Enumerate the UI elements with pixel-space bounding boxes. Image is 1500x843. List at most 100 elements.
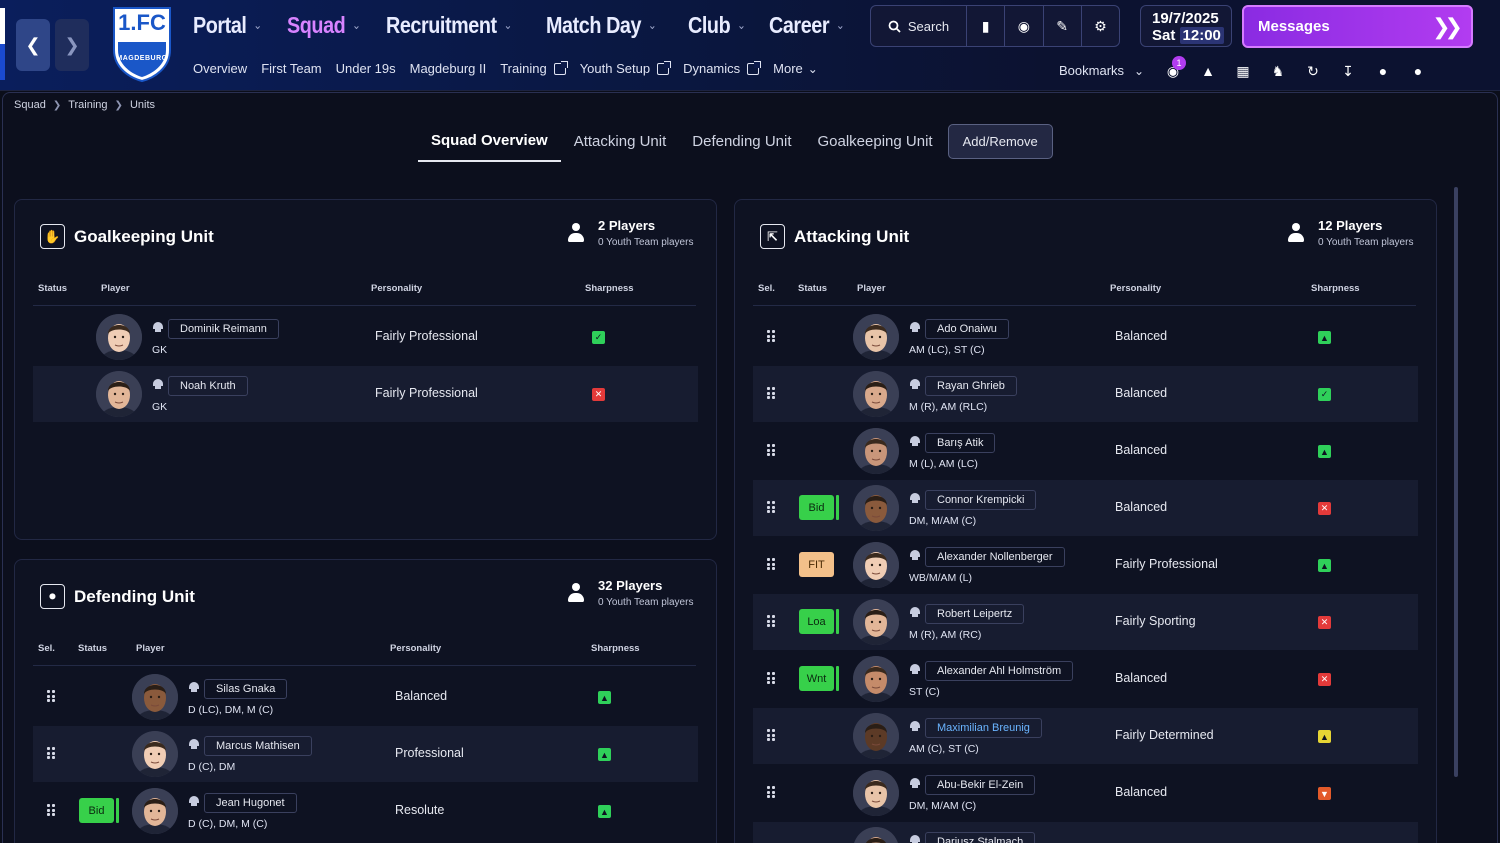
player-name[interactable]: Dariusz Stalmach (925, 832, 1036, 843)
staff-icon[interactable]: ♞ (1265, 60, 1291, 82)
player-name[interactable]: Alexander Nollenberger (925, 547, 1065, 567)
table-row[interactable]: Dariusz Stalmach (753, 822, 1418, 843)
search-button[interactable]: Search (871, 6, 967, 46)
player-name[interactable]: Dominik Reimann (168, 319, 279, 339)
avatar[interactable] (96, 314, 142, 360)
avatar[interactable] (853, 713, 899, 759)
player-name[interactable]: Robert Leipertz (925, 604, 1025, 624)
drag-handle-icon[interactable] (767, 672, 775, 684)
col-status[interactable]: Status (38, 283, 67, 294)
back-button[interactable]: ❮ (16, 19, 50, 71)
tab-add-remove[interactable]: Add/Remove (947, 123, 1053, 159)
avatar[interactable] (132, 788, 178, 834)
col-sharpness[interactable]: Sharpness (591, 643, 640, 654)
col-sharpness[interactable]: Sharpness (585, 283, 634, 294)
table-row[interactable]: Loa Robert Leipertz M (R), AM (RC) Fairly S… (753, 594, 1418, 650)
subnav-magdeburg-ii[interactable]: Magdeburg II (410, 61, 487, 76)
table-row[interactable]: Bid Connor Krempicki DM, M/AM (C) Balanced ✕ (753, 480, 1418, 536)
messages-button[interactable]: Messages ❯❯ (1242, 5, 1473, 48)
col-personality[interactable]: Personality (390, 643, 441, 654)
player-name[interactable]: Alexander Ahl Holmström (925, 661, 1074, 681)
player-name[interactable]: Marcus Mathisen (204, 736, 312, 756)
status-badge[interactable]: Wnt (799, 666, 839, 691)
col-sel[interactable]: Sel. (758, 283, 775, 294)
chat-icon[interactable]: ◉ 1 (1160, 56, 1186, 82)
drag-handle-icon[interactable] (767, 786, 775, 798)
col-player[interactable]: Player (857, 283, 886, 294)
scout-icon[interactable]: ● (1370, 60, 1396, 82)
status-badge[interactable]: Bid (79, 798, 119, 823)
player-name[interactable]: Ado Onaiwu (925, 319, 1009, 339)
nav-match-day[interactable]: Match Day ⌄ (546, 12, 657, 39)
drag-handle-icon[interactable] (767, 558, 775, 570)
table-row[interactable]: Marcus Mathisen D (C), DM Professional ▲ (33, 726, 698, 782)
scrollbar[interactable] (1454, 187, 1458, 777)
world-button[interactable]: ◉ (1005, 6, 1044, 46)
avatar[interactable] (853, 827, 899, 843)
avatar[interactable] (853, 599, 899, 645)
drag-handle-icon[interactable] (47, 747, 55, 759)
drag-handle-icon[interactable] (47, 804, 55, 816)
avatar[interactable] (96, 371, 142, 417)
nav-portal[interactable]: Portal ⌄ (193, 12, 262, 39)
drag-handle-icon[interactable] (767, 501, 775, 513)
table-row[interactable]: Abu-Bekir El-Zein DM, M/AM (C) Balanced ▼ (753, 765, 1418, 821)
settings-button[interactable]: ⚙ (1082, 6, 1119, 46)
breadcrumb-item[interactable]: Squad (14, 99, 46, 111)
club-crest[interactable]: 1.FC MAGDEBURG (110, 6, 174, 83)
drag-handle-icon[interactable] (767, 330, 775, 342)
player-name[interactable]: Jean Hugonet (204, 793, 297, 813)
status-badge[interactable]: Loa (799, 609, 839, 634)
drag-handle-icon[interactable] (767, 444, 775, 456)
player-name[interactable]: Noah Kruth (168, 376, 248, 396)
download-icon[interactable]: ↧ (1335, 60, 1361, 82)
col-status[interactable]: Status (78, 643, 107, 654)
col-personality[interactable]: Personality (1110, 283, 1161, 294)
kit-icon[interactable]: ▲ (1195, 60, 1221, 82)
player-name[interactable]: Maximilian Breunig (925, 718, 1042, 738)
table-row[interactable]: Wnt Alexander Ahl Holmström ST (C) Balanced… (753, 651, 1418, 707)
subnav-youth-setup[interactable]: Youth Setup (580, 60, 672, 76)
avatar[interactable] (853, 314, 899, 360)
player-name[interactable]: Abu-Bekir El-Zein (925, 775, 1036, 795)
avatar[interactable] (853, 656, 899, 702)
drag-handle-icon[interactable] (47, 690, 55, 702)
drag-handle-icon[interactable] (767, 729, 775, 741)
col-player[interactable]: Player (136, 643, 165, 654)
tactics-board-icon[interactable]: ▦ (1230, 60, 1256, 82)
avatar[interactable] (853, 542, 899, 588)
edit-button[interactable]: ✎ (1044, 6, 1082, 46)
breadcrumb-item[interactable]: Training (68, 99, 107, 111)
avatar[interactable] (853, 371, 899, 417)
avatar[interactable] (132, 731, 178, 777)
table-row[interactable]: Noah Kruth GK Fairly Professional ✕ (33, 366, 698, 422)
col-sharpness[interactable]: Sharpness (1311, 283, 1360, 294)
nav-career[interactable]: Career ⌄ (769, 12, 845, 39)
subnav-training[interactable]: Training (500, 60, 568, 76)
table-row[interactable]: Silas Gnaka D (LC), DM, M (C) Balanced ▲ (33, 669, 698, 725)
player-name[interactable]: Silas Gnaka (204, 679, 288, 699)
player-name[interactable]: Connor Krempicki (925, 490, 1037, 510)
nav-club[interactable]: Club ⌄ (688, 12, 746, 39)
subnav-dynamics[interactable]: Dynamics (683, 60, 762, 76)
table-row[interactable]: Ado Onaiwu AM (LC), ST (C) Balanced ▲ (753, 309, 1418, 365)
table-row[interactable]: FIT Alexander Nollenberger WB/M/AM (L) Fair… (753, 537, 1418, 593)
col-sel[interactable]: Sel. (38, 643, 55, 654)
player-name[interactable]: Rayan Ghrieb (925, 376, 1017, 396)
table-row[interactable]: Bid Jean Hugonet D (C), DM, M (C) Resolute ▲ (33, 783, 698, 839)
table-row[interactable]: Rayan Ghrieb M (R), AM (RLC) Balanced ✓ (753, 366, 1418, 422)
date-time-button[interactable]: 19/7/2025 Sat 12:00 (1140, 5, 1232, 47)
avatar[interactable] (853, 428, 899, 474)
subnav-overview[interactable]: Overview (193, 61, 247, 76)
col-status[interactable]: Status (798, 283, 827, 294)
subnav-under-19s[interactable]: Under 19s (336, 61, 396, 76)
table-row[interactable]: Maximilian Breunig AM (C), ST (C) Fairly D… (753, 708, 1418, 764)
refresh-icon[interactable]: ↻ (1300, 60, 1326, 82)
nav-recruitment[interactable]: Recruitment ⌄ (386, 12, 512, 39)
tab-defending-unit[interactable]: Defending Unit (679, 120, 804, 162)
tab-squad-overview[interactable]: Squad Overview (418, 120, 561, 162)
col-personality[interactable]: Personality (371, 283, 422, 294)
avatar[interactable] (853, 485, 899, 531)
drag-handle-icon[interactable] (767, 615, 775, 627)
avatar[interactable] (132, 674, 178, 720)
